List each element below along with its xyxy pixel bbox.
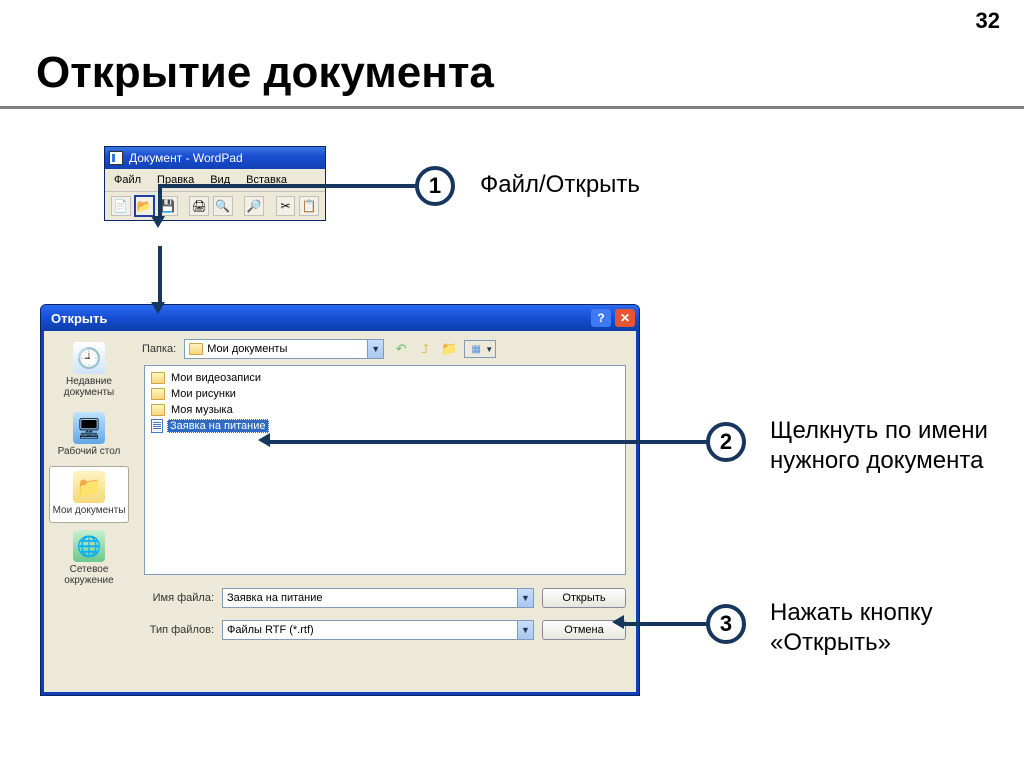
sidebar-recent[interactable]: 🕘 Недавние документы xyxy=(49,337,129,405)
file-item-videos[interactable]: Мои видеозаписи xyxy=(151,370,619,386)
filetype-value: Файлы RTF (*.rtf) xyxy=(227,624,314,636)
folder-icon xyxy=(189,343,203,355)
callout-number: 3 xyxy=(720,611,732,637)
callout-badge-1: 1 xyxy=(415,166,455,206)
wordpad-icon xyxy=(109,151,123,165)
file-label: Моя музыка xyxy=(169,404,235,416)
callout-text-3: Нажать кнопку «Открыть» xyxy=(770,598,990,658)
desktop-icon: 🖥 xyxy=(73,412,105,444)
wordpad-toolbar: 📄 📂 💾 🖨 🔍 🔎 ✂ 📋 xyxy=(105,192,325,220)
dialog-titlebar: Открыть ? ✕ xyxy=(41,305,639,331)
file-list[interactable]: Мои видеозаписи Мои рисунки Моя музыка З… xyxy=(144,365,626,575)
folder-value: Мои документы xyxy=(207,343,287,355)
filename-value: Заявка на питание xyxy=(227,592,323,604)
dialog-title: Открыть xyxy=(51,311,107,326)
document-icon xyxy=(151,419,163,433)
places-sidebar: 🕘 Недавние документы 🖥 Рабочий стол 📁 Мо… xyxy=(44,331,134,692)
arrow-head-icon xyxy=(612,615,624,629)
file-label: Заявка на питание xyxy=(167,419,269,433)
file-item-music[interactable]: Моя музыка xyxy=(151,402,619,418)
wordpad-titlebar: Документ - WordPad xyxy=(105,147,325,169)
view-arrow-icon: ▼ xyxy=(485,345,493,354)
slide-title: Открытие документа xyxy=(36,48,494,98)
arrow-line xyxy=(270,440,708,444)
folder-combo[interactable]: Мои документы ▼ xyxy=(184,339,384,359)
file-label: Мои видеозаписи xyxy=(169,372,263,384)
help-icon[interactable]: ? xyxy=(591,309,611,327)
sidebar-desktop-label: Рабочий стол xyxy=(50,446,128,457)
copy-icon[interactable]: 📋 xyxy=(299,196,319,216)
callout-number: 2 xyxy=(720,429,732,455)
find-icon[interactable]: 🔎 xyxy=(244,196,264,216)
arrow-line xyxy=(158,184,418,188)
combo-arrow-icon[interactable]: ▼ xyxy=(517,621,533,639)
new-doc-icon[interactable]: 📄 xyxy=(111,196,131,216)
callout-badge-3: 3 xyxy=(706,604,746,644)
file-item-pictures[interactable]: Мои рисунки xyxy=(151,386,619,402)
callout-number: 1 xyxy=(429,173,441,199)
nav-back-icon[interactable]: ↶ xyxy=(392,340,410,358)
sidebar-network[interactable]: 🌐 Сетевое окружение xyxy=(49,525,129,593)
filename-label: Имя файла: xyxy=(144,592,214,604)
sidebar-recent-label: Недавние документы xyxy=(50,376,128,398)
file-item-selected[interactable]: Заявка на питание xyxy=(151,418,619,434)
wordpad-menubar: Файл Правка Вид Вставка xyxy=(105,169,325,192)
print-icon[interactable]: 🖨 xyxy=(189,196,209,216)
nav-up-icon[interactable]: ⮥ xyxy=(416,340,434,358)
folder-icon xyxy=(151,388,165,400)
open-file-icon[interactable]: 📂 xyxy=(135,196,155,216)
close-icon[interactable]: ✕ xyxy=(615,309,635,327)
view-icon: ▦ xyxy=(467,340,485,358)
combo-arrow-icon[interactable]: ▼ xyxy=(367,340,383,358)
folder-icon xyxy=(151,404,165,416)
title-rule xyxy=(0,106,1024,109)
new-folder-icon[interactable]: 📁 xyxy=(440,340,458,358)
folder-icon xyxy=(151,372,165,384)
arrow-head-icon xyxy=(258,433,270,447)
cut-icon[interactable]: ✂ xyxy=(276,196,296,216)
callout-text-2: Щелкнуть по имени нужного документа xyxy=(770,416,990,476)
arrow-line xyxy=(624,622,708,626)
arrow-line xyxy=(158,246,162,304)
view-mode-button[interactable]: ▦ ▼ xyxy=(464,340,496,358)
filetype-field[interactable]: Файлы RTF (*.rtf) ▼ xyxy=(222,620,534,640)
open-button[interactable]: Открыть xyxy=(542,588,626,608)
arrow-head-icon xyxy=(151,216,165,228)
arrow-head-icon xyxy=(151,302,165,314)
callout-text-1: Файл/Открыть xyxy=(480,170,640,200)
page-number: 32 xyxy=(976,8,1000,34)
callout-badge-2: 2 xyxy=(706,422,746,462)
file-label: Мои рисунки xyxy=(169,388,238,400)
sidebar-mydocs-label: Мои документы xyxy=(50,505,128,516)
combo-arrow-icon[interactable]: ▼ xyxy=(517,589,533,607)
sidebar-desktop[interactable]: 🖥 Рабочий стол xyxy=(49,407,129,464)
network-icon: 🌐 xyxy=(73,530,105,562)
menu-file[interactable]: Файл xyxy=(107,172,148,188)
folder-label: Папка: xyxy=(142,343,176,355)
filename-field[interactable]: Заявка на питание ▼ xyxy=(222,588,534,608)
arrow-line xyxy=(158,184,162,216)
mydocs-icon: 📁 xyxy=(73,471,105,503)
wordpad-title: Документ - WordPad xyxy=(129,151,243,165)
recent-docs-icon: 🕘 xyxy=(73,342,105,374)
sidebar-mydocs[interactable]: 📁 Мои документы xyxy=(49,466,129,523)
preview-icon[interactable]: 🔍 xyxy=(213,196,233,216)
sidebar-network-label: Сетевое окружение xyxy=(50,564,128,586)
filetype-label: Тип файлов: xyxy=(144,624,214,636)
open-dialog: Открыть ? ✕ 🕘 Недавние документы 🖥 Рабоч… xyxy=(40,304,640,696)
